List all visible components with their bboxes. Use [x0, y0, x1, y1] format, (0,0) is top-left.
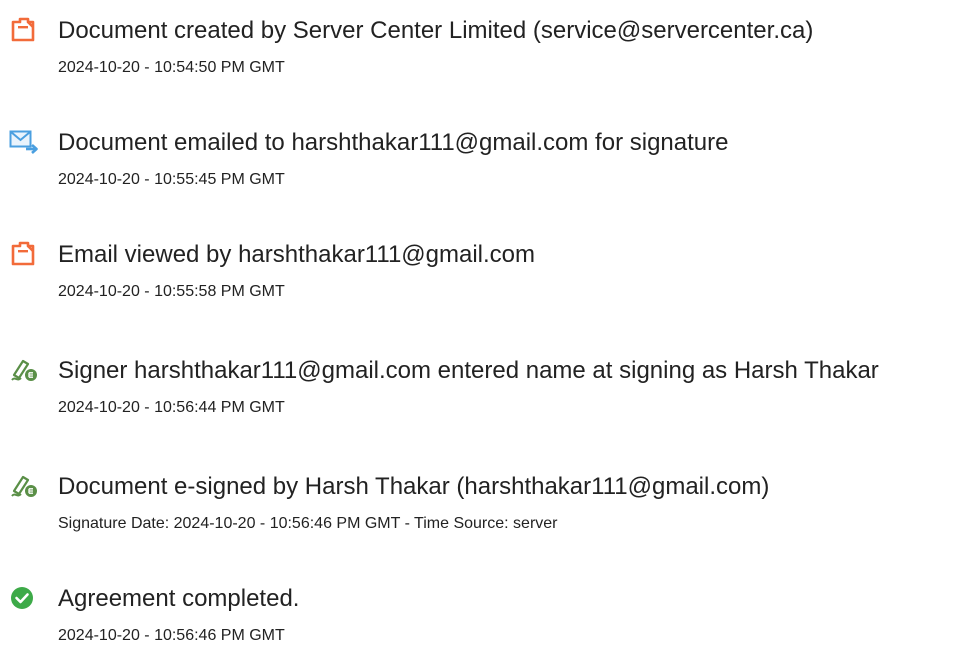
check-circle-icon [9, 585, 39, 611]
event-timestamp: 2024-10-20 - 10:56:44 PM GMT [58, 399, 285, 416]
event-timestamp: Signature Date: 2024-10-20 - 10:56:46 PM… [58, 515, 558, 532]
history-event: Agreement completed. 2024-10-20 - 10:56:… [0, 584, 975, 664]
event-title: Document e-signed by Harsh Thakar (harsh… [58, 473, 770, 500]
event-title: Signer harshthakar111@gmail.com entered … [58, 357, 879, 384]
event-title: Email viewed by harshthakar111@gmail.com [58, 241, 536, 268]
signature-pen-icon [9, 473, 39, 499]
event-title: Document emailed to harshthakar111@gmail… [58, 129, 729, 156]
event-timestamp: 2024-10-20 - 10:55:58 PM GMT [58, 283, 285, 300]
signature-pen-icon [9, 357, 39, 383]
event-timestamp: 2024-10-20 - 10:54:50 PM GMT [58, 59, 285, 76]
event-title: Document created by Server Center Limite… [58, 17, 814, 44]
event-timestamp: 2024-10-20 - 10:56:46 PM GMT [58, 627, 285, 644]
history-event: Document emailed to harshthakar111@gmail… [0, 128, 975, 208]
event-timestamp: 2024-10-20 - 10:55:45 PM GMT [58, 171, 285, 188]
history-event: Signer harshthakar111@gmail.com entered … [0, 356, 975, 436]
event-title: Agreement completed. [58, 585, 300, 612]
email-sent-icon [9, 129, 39, 155]
document-icon [9, 241, 39, 267]
history-event: Document e-signed by Harsh Thakar (harsh… [0, 472, 975, 552]
history-event: Email viewed by harshthakar111@gmail.com… [0, 240, 975, 320]
document-icon [9, 17, 39, 43]
history-event: Document created by Server Center Limite… [0, 16, 975, 96]
